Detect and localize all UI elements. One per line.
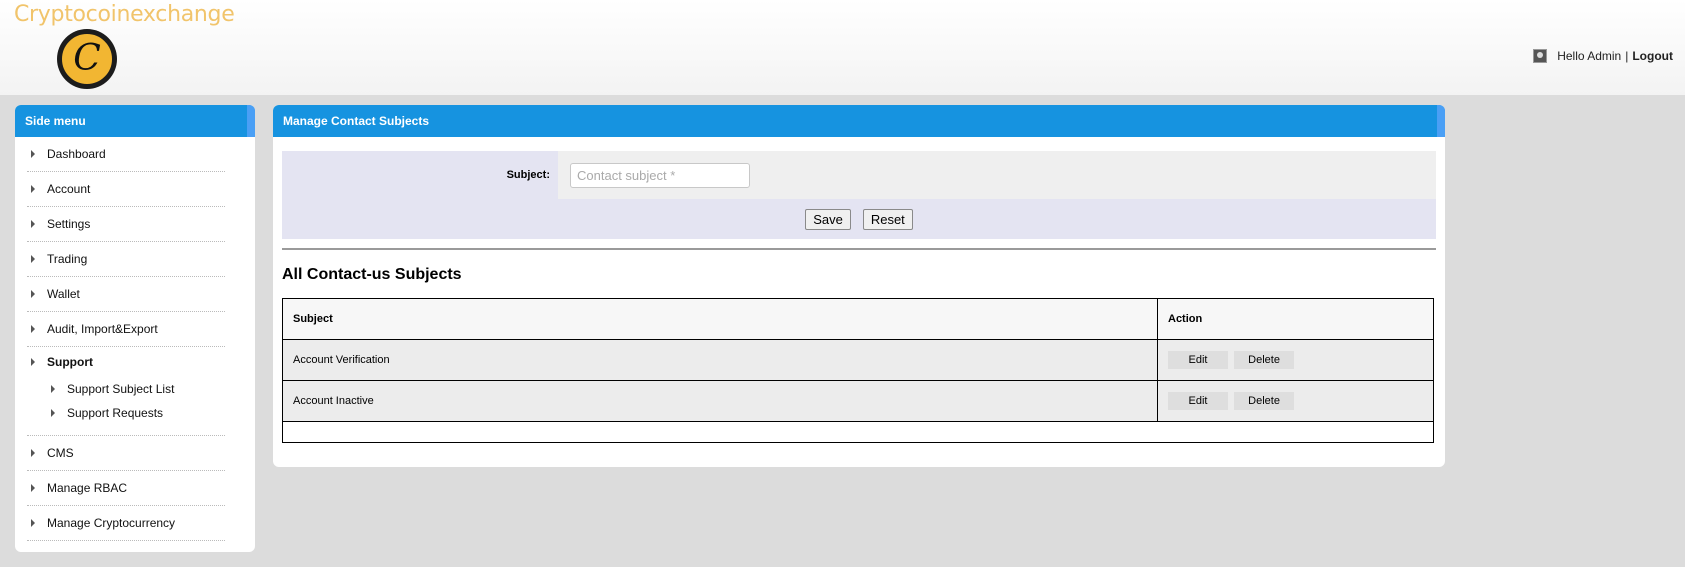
caret-right-icon — [31, 290, 35, 298]
sidebar-item-wallet[interactable]: Wallet — [27, 277, 225, 312]
column-header-subject: Subject — [282, 298, 1158, 340]
sidebar-item-label: Manage Cryptocurrency — [47, 516, 176, 530]
user-icon — [1533, 49, 1548, 63]
support-submenu: Support Subject List Support Requests — [27, 377, 225, 435]
caret-right-icon — [31, 358, 35, 366]
sidebar-item-label: Account — [47, 182, 91, 196]
table-header-row: Subject Action — [282, 298, 1434, 340]
caret-right-icon — [31, 449, 35, 457]
sidebar-item-trading[interactable]: Trading — [27, 242, 225, 277]
sidebar-item-label: Audit, Import&Export — [47, 322, 158, 336]
sidebar-item-label: Manage RBAC — [47, 481, 128, 495]
page-title: Manage Contact Subjects — [273, 105, 1445, 137]
greeting: Hello Admin — [1557, 49, 1622, 63]
column-header-action: Action — [1157, 298, 1434, 340]
delete-button[interactable]: Delete — [1234, 392, 1295, 410]
sidebar-item-audit[interactable]: Audit, Import&Export — [27, 312, 225, 347]
submenu-item-label: Support Requests — [67, 406, 164, 420]
logo-badge: C — [60, 32, 114, 86]
subject-input-cell — [558, 151, 1436, 199]
table-footer-row — [282, 421, 1434, 443]
separator: | — [1625, 49, 1629, 63]
sidebar-item-label: Dashboard — [47, 147, 106, 161]
caret-right-icon — [31, 484, 35, 492]
sidebar-item-settings[interactable]: Settings — [27, 207, 225, 242]
sidebar-item-manage-cryptocurrency[interactable]: Manage Cryptocurrency — [27, 506, 225, 541]
caret-right-icon — [31, 255, 35, 263]
sidebar-item-manage-rbac[interactable]: Manage RBAC — [27, 471, 225, 506]
caret-right-icon — [31, 519, 35, 527]
divider — [282, 248, 1436, 250]
subjects-table: Subject Action Account Verification Edit… — [282, 298, 1434, 443]
caret-right-icon — [31, 325, 35, 333]
header: Cryptocoinexchange C Hello Admin | Logou… — [0, 0, 1685, 95]
main-panel: Manage Contact Subjects Subject: Save Re… — [273, 105, 1445, 467]
sidebar-item-label: Wallet — [47, 287, 80, 301]
empty-cell — [282, 421, 1434, 443]
sidebar-item-label: CMS — [47, 446, 74, 460]
form-actions: Save Reset — [282, 199, 1436, 239]
sidebar-item-label: Settings — [47, 217, 91, 231]
subject-label: Subject: — [282, 151, 558, 199]
table-row: Account Inactive Edit Delete — [282, 380, 1434, 422]
sidebar-item-support[interactable]: Support Support Subject List Support Req… — [27, 347, 225, 436]
table-row: Account Verification Edit Delete — [282, 339, 1434, 381]
reset-button[interactable]: Reset — [862, 208, 913, 230]
user-area: Hello Admin | Logout — [1533, 49, 1673, 63]
logo[interactable]: C — [57, 29, 117, 89]
section-title: All Contact-us Subjects — [282, 266, 462, 283]
subject-input[interactable] — [570, 162, 750, 188]
submenu-item-support-subject-list[interactable]: Support Subject List — [47, 377, 225, 401]
sidebar-item-label: Trading — [47, 252, 88, 266]
subject-form-row: Subject: — [282, 151, 1436, 199]
action-cell: Edit Delete — [1157, 380, 1434, 422]
submenu-item-support-requests[interactable]: Support Requests — [47, 401, 225, 425]
submenu-item-label: Support Subject List — [67, 382, 175, 396]
caret-right-icon — [31, 220, 35, 228]
sidebar-title: Side menu — [15, 105, 255, 137]
edit-button[interactable]: Edit — [1168, 392, 1228, 410]
sidebar-item-account[interactable]: Account — [27, 172, 225, 207]
sidebar-item-label: Support — [47, 355, 93, 369]
sidebar-item-dashboard[interactable]: Dashboard — [27, 137, 225, 172]
action-cell: Edit Delete — [1157, 339, 1434, 381]
brand-name[interactable]: Cryptocoinexchange — [14, 2, 235, 27]
side-menu: Dashboard Account Settings Trading Walle… — [15, 137, 255, 541]
logo-letter: C — [73, 38, 101, 79]
caret-right-icon — [51, 409, 55, 417]
caret-right-icon — [51, 385, 55, 393]
caret-right-icon — [31, 185, 35, 193]
save-button[interactable]: Save — [805, 208, 851, 230]
subject-cell: Account Inactive — [282, 380, 1158, 422]
sidebar-item-cms[interactable]: CMS — [27, 436, 225, 471]
subject-cell: Account Verification — [282, 339, 1158, 381]
caret-right-icon — [31, 150, 35, 158]
delete-button[interactable]: Delete — [1234, 351, 1295, 369]
logout-link[interactable]: Logout — [1632, 49, 1673, 63]
sidebar: Side menu Dashboard Account Settings Tra… — [15, 105, 255, 552]
edit-button[interactable]: Edit — [1168, 351, 1228, 369]
